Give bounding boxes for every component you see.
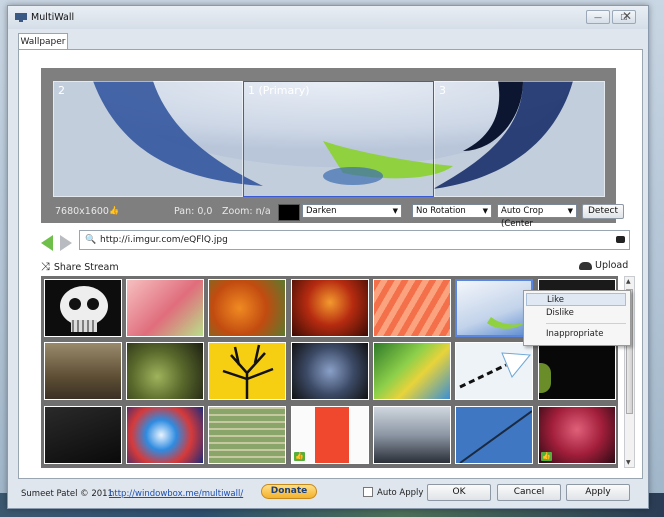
monitor-preview[interactable]: 2 1 (Primary) 3 7680x1600 👍 Pan: 0,0 Zoo… (41, 68, 624, 229)
blend-mode-value: Darken (306, 206, 337, 216)
apply-button[interactable]: Apply (566, 484, 630, 501)
thumbnail-orange-stripes[interactable] (373, 279, 451, 337)
thumbnail-green-leaf-dark[interactable] (538, 342, 616, 400)
rotation-select[interactable]: No Rotation ▼ (412, 204, 492, 218)
menu-item-dislike[interactable]: Dislike (526, 307, 626, 320)
tab-wallpaper[interactable]: Wallpaper (18, 33, 68, 50)
scroll-down-icon[interactable]: ▼ (626, 459, 631, 466)
chevron-down-icon: ▼ (392, 207, 398, 215)
menu-separator (546, 323, 626, 324)
glass-bowl-image (487, 317, 527, 329)
footer: Sumeet Patel © 2011 http://windowbox.me/… (8, 479, 648, 509)
context-menu: Like Dislike Inappropriate (523, 290, 631, 346)
monitor-2[interactable]: 2 (53, 81, 243, 197)
tree-image (222, 344, 274, 399)
monitor-3-label: 3 (439, 84, 446, 97)
thumbnail-pink-flower[interactable] (126, 279, 204, 337)
monitor-2-label: 2 (58, 84, 65, 97)
thumbnail-green-blue-stripes[interactable] (373, 342, 451, 400)
cloud-upload-icon (579, 261, 592, 270)
window-title: MultiWall (31, 12, 75, 23)
arrow-image (459, 352, 531, 389)
url-input[interactable]: 🔍 http://i.imgur.com/eQFlQ.jpg (79, 230, 630, 250)
url-value: http://i.imgur.com/eQFlQ.jpg (100, 235, 228, 245)
thumbs-up-icon: 👍 (541, 452, 552, 461)
thumbnail-glass-bowl[interactable] (455, 279, 533, 337)
thumbnail-stone-building[interactable] (44, 342, 122, 400)
thumbnail-aerial-map[interactable] (208, 406, 286, 464)
thumbnail-keyboard[interactable] (44, 406, 122, 464)
search-icon: 🔍 (85, 235, 97, 245)
close-button[interactable]: ✕ (622, 9, 632, 23)
upload-button[interactable]: Upload (579, 260, 628, 271)
thumbnail-opera-house[interactable] (373, 406, 451, 464)
website-link[interactable]: http://windowbox.me/multiwall/ (109, 489, 243, 499)
cancel-button[interactable]: Cancel (497, 484, 561, 501)
preview-toolbar: 7680x1600 👍 Pan: 0,0 Zoom: n/a Darken ▼ N… (41, 203, 624, 229)
camera-icon[interactable] (616, 236, 625, 243)
monitor-1-primary[interactable]: 1 (Primary) (243, 81, 434, 197)
resolution-label: 7680x1600 (55, 206, 109, 217)
background-color-swatch[interactable] (278, 204, 300, 221)
multiwall-window: MultiWall — ☐ ✕ Wallpaper 2 1 (Primary) … (7, 5, 649, 509)
donate-button[interactable]: Donate (261, 484, 317, 499)
copyright-text: Sumeet Patel © 2011 (21, 489, 113, 499)
thumbnail-arrow-sky[interactable] (455, 342, 533, 400)
crop-select[interactable]: Auto Crop (Center ▼ (497, 204, 577, 229)
auto-apply-label[interactable]: Auto Apply (377, 488, 423, 498)
leaf-shape (539, 363, 551, 393)
chevron-down-icon: ▼ (567, 207, 573, 215)
menu-item-like[interactable]: Like (526, 293, 626, 306)
chevron-down-icon: ▼ (482, 207, 488, 215)
rotation-value: No Rotation (416, 206, 466, 216)
thumbnail-red-sculpture[interactable]: 👍 (538, 406, 616, 464)
upload-label: Upload (595, 260, 629, 271)
thumbs-up-icon: 👍 (294, 452, 305, 461)
thumbs-up-icon[interactable]: 👍 (109, 206, 119, 215)
ok-button[interactable]: OK (427, 484, 491, 501)
wallpaper-panel: 2 1 (Primary) 3 7680x1600 👍 Pan: 0,0 Zoo… (18, 49, 643, 479)
arrow-right-icon[interactable] (60, 235, 72, 251)
line-image (459, 410, 532, 463)
title-bar[interactable]: MultiWall — ☐ ✕ (8, 6, 648, 29)
thumbnail-succulent[interactable] (126, 342, 204, 400)
shuffle-icon: ⤨ (41, 260, 50, 273)
blend-mode-select[interactable]: Darken ▼ (302, 204, 402, 218)
thumbnail-red-dragon[interactable] (291, 279, 369, 337)
menu-item-inappropriate[interactable]: Inappropriate (526, 328, 626, 341)
share-stream-label: Share Stream (53, 262, 119, 273)
pan-readout: Pan: 0,0 (174, 206, 213, 217)
thumbnail-blue-sky-line[interactable] (455, 406, 533, 464)
thumbnail-skull[interactable] (44, 279, 122, 337)
minimize-button[interactable]: — (586, 10, 610, 24)
auto-apply-checkbox[interactable] (363, 487, 373, 497)
arrow-left-icon[interactable] (41, 235, 53, 251)
monitor-1-label: 1 (Primary) (248, 84, 310, 97)
thumbnail-colorful-swirl[interactable] (126, 406, 204, 464)
share-stream-button[interactable]: ⤨ Share Stream (41, 260, 119, 274)
scroll-up-icon[interactable]: ▲ (626, 278, 631, 285)
thumbnail-robot[interactable] (291, 342, 369, 400)
crop-value: Auto Crop (Center (501, 206, 544, 229)
thumbnail-orange-flowers[interactable] (208, 279, 286, 337)
thumbnail-red-bottle[interactable]: 👍 (291, 406, 369, 464)
monitor-3[interactable]: 3 (434, 81, 605, 197)
skull-image (60, 286, 108, 332)
thumbnail-yellow-tree[interactable] (208, 342, 286, 400)
monitor-icon (15, 13, 27, 22)
zoom-readout: Zoom: n/a (222, 206, 271, 217)
detect-button[interactable]: Detect (582, 204, 624, 219)
